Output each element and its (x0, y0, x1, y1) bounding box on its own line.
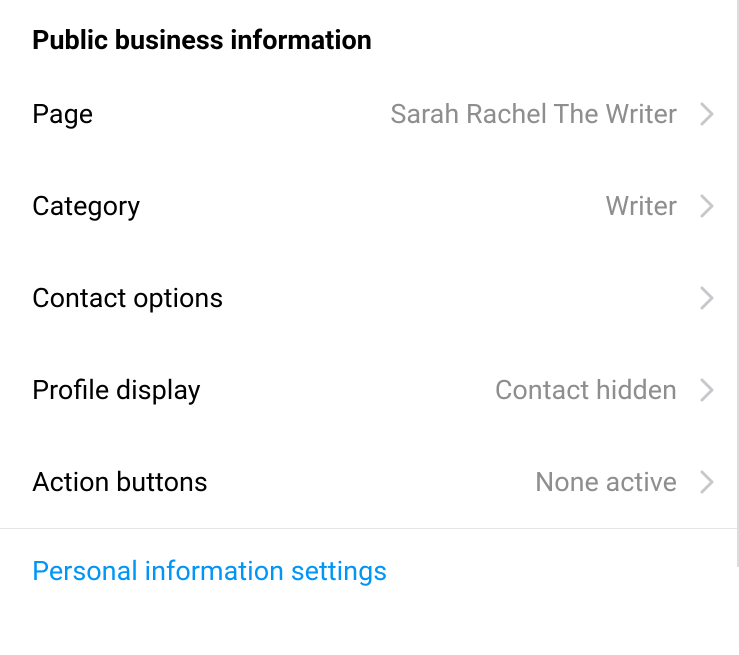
chevron-right-icon (695, 102, 719, 126)
section-header: Public business information (0, 0, 739, 68)
row-category[interactable]: Category Writer (0, 160, 739, 252)
row-value: None active (535, 466, 677, 498)
row-label: Action buttons (32, 466, 208, 498)
chevron-right-icon (695, 286, 719, 310)
chevron-right-icon (695, 194, 719, 218)
settings-container: Public business information Page Sarah R… (0, 0, 739, 655)
personal-info-settings-link[interactable]: Personal information settings (0, 529, 739, 613)
row-label: Profile display (32, 374, 201, 406)
row-label: Category (32, 190, 140, 222)
row-value: Contact hidden (495, 374, 677, 406)
chevron-right-icon (695, 470, 719, 494)
row-action-buttons[interactable]: Action buttons None active (0, 436, 739, 528)
row-page[interactable]: Page Sarah Rachel The Writer (0, 68, 739, 160)
row-label: Page (32, 98, 93, 130)
row-value: Sarah Rachel The Writer (390, 98, 677, 130)
row-label: Contact options (32, 282, 223, 314)
row-contact-options[interactable]: Contact options (0, 252, 739, 344)
link-label: Personal information settings (32, 555, 387, 587)
chevron-right-icon (695, 378, 719, 402)
row-value: Writer (605, 190, 677, 222)
row-profile-display[interactable]: Profile display Contact hidden (0, 344, 739, 436)
